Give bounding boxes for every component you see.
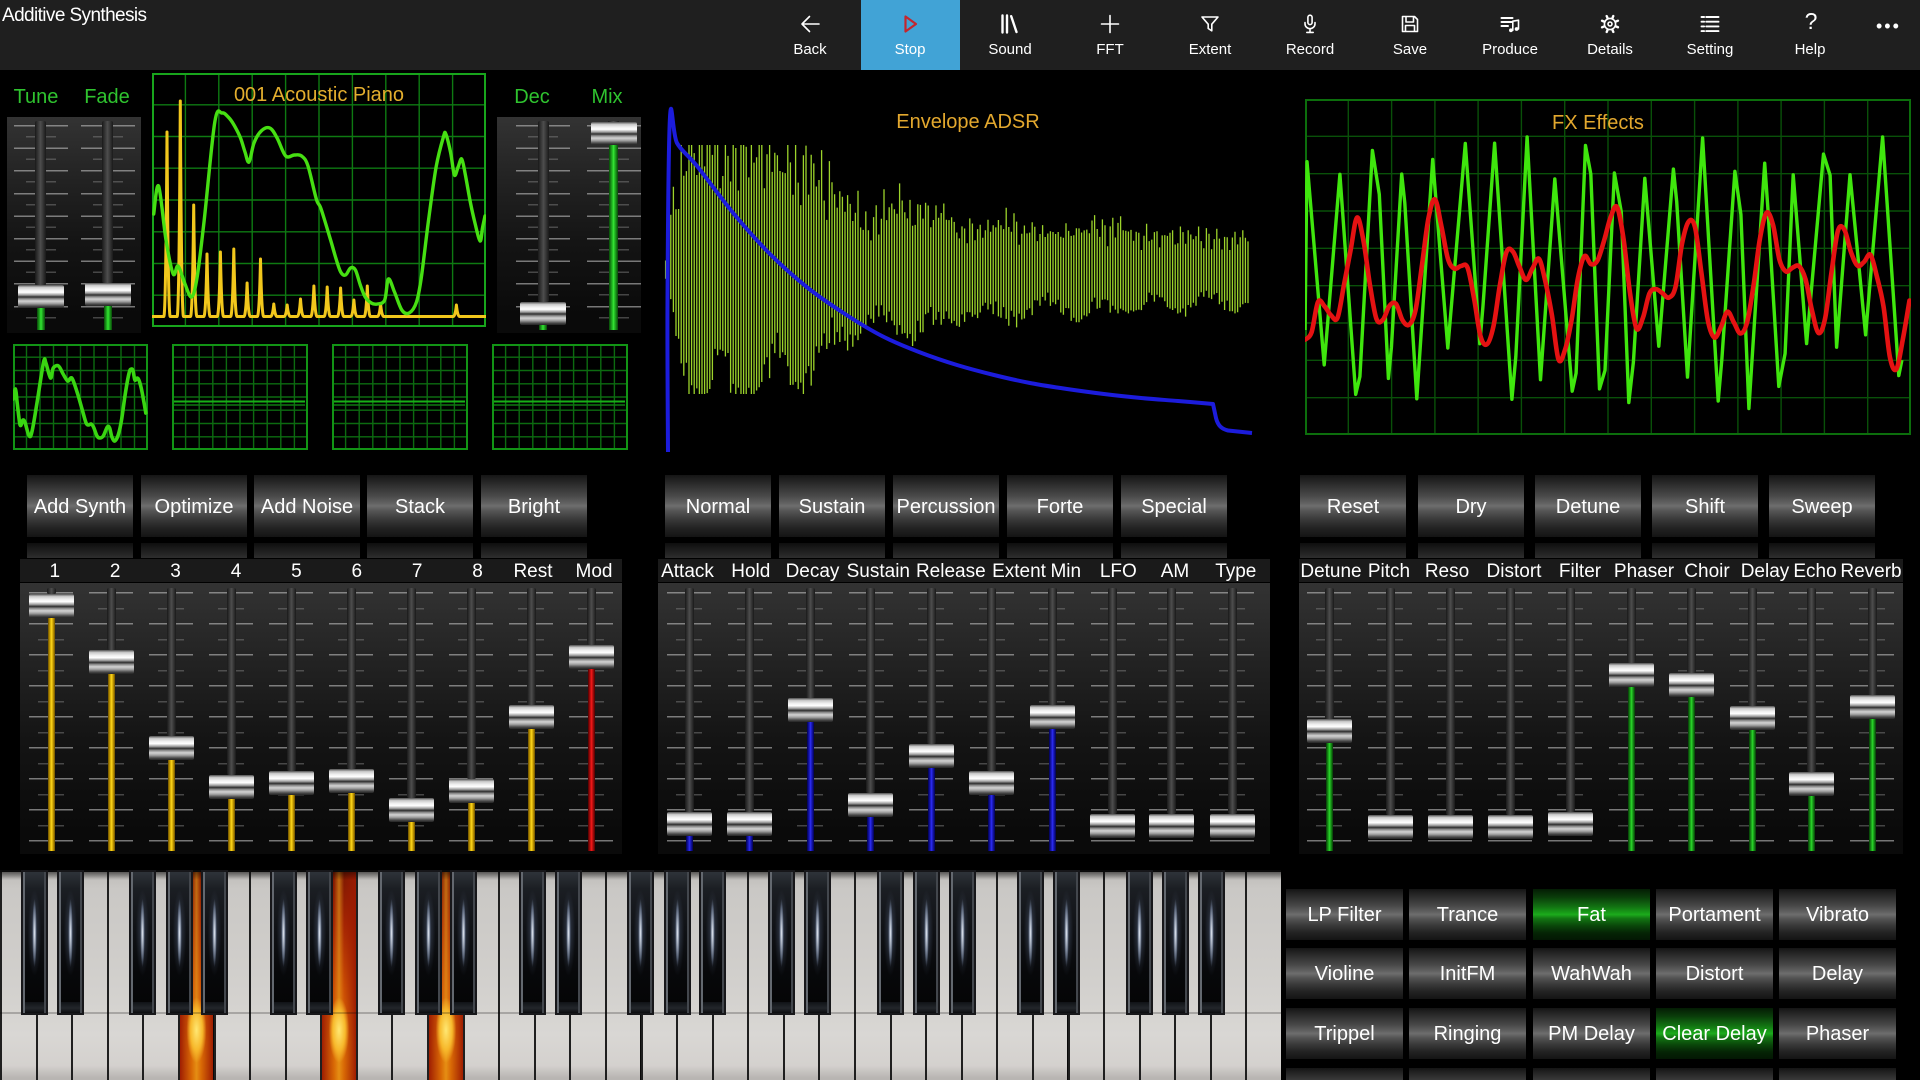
svg-text:FX Effects: FX Effects [1552,112,1644,134]
svg-text:Envelope ADSR: Envelope ADSR [896,111,1039,133]
svg-text:001 Acoustic Piano: 001 Acoustic Piano [234,84,404,106]
